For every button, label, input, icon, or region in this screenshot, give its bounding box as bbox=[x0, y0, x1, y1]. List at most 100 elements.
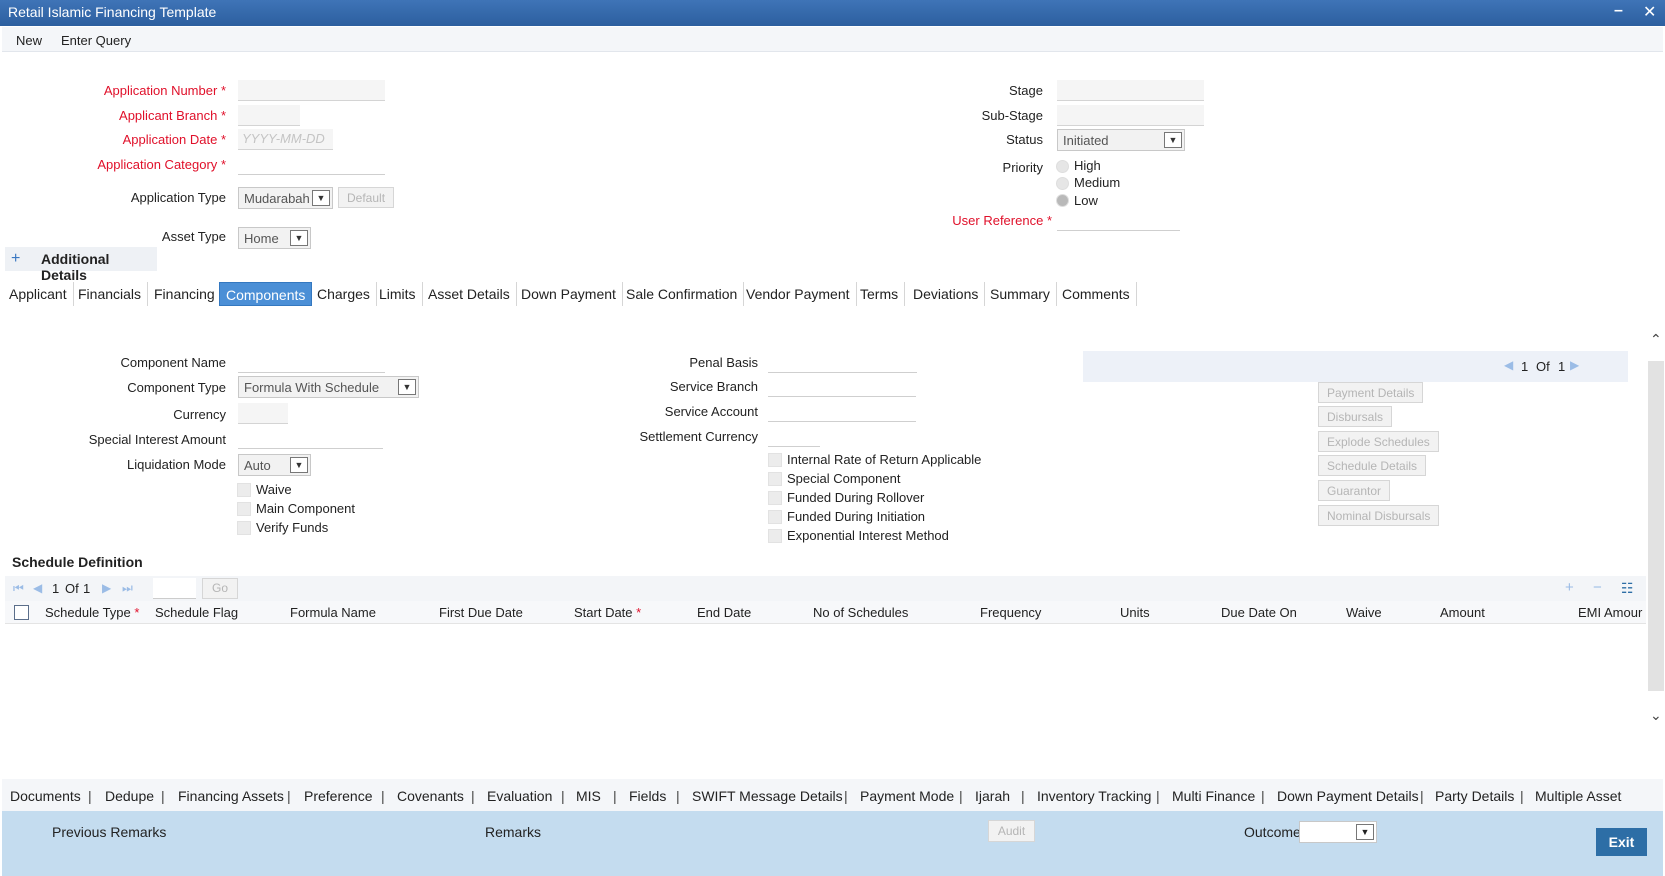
guarantor-button[interactable]: Guarantor bbox=[1318, 480, 1391, 501]
link-fields[interactable]: Fields bbox=[629, 788, 666, 804]
add-row-icon[interactable]: + bbox=[1565, 579, 1574, 596]
last-page-icon[interactable]: ⏭ bbox=[122, 581, 133, 596]
tab-financials[interactable]: Financials bbox=[72, 282, 149, 306]
special-component-checkbox[interactable] bbox=[768, 472, 782, 486]
link-documents[interactable]: Documents bbox=[10, 788, 81, 804]
application-category-input[interactable] bbox=[238, 154, 385, 175]
next-page-icon[interactable]: ▶ bbox=[1570, 358, 1579, 372]
nominal-disbursals-button[interactable]: Nominal Disbursals bbox=[1318, 505, 1440, 526]
link-ijarah[interactable]: Ijarah bbox=[975, 788, 1010, 804]
funded-during-initiation-checkbox[interactable] bbox=[768, 510, 782, 524]
col-no-of-schedules[interactable]: No of Schedules bbox=[813, 605, 908, 620]
additional-details-toggle[interactable]: + Additional Details bbox=[5, 247, 157, 283]
asset-type-select[interactable]: Home ▼ bbox=[238, 227, 311, 249]
scroll-down-icon[interactable]: ⌄ bbox=[1650, 707, 1662, 724]
remarks-link[interactable]: Remarks bbox=[485, 824, 541, 840]
penal-basis-input[interactable] bbox=[768, 352, 917, 373]
tab-comments[interactable]: Comments bbox=[1056, 282, 1137, 306]
priority-high-radio[interactable] bbox=[1056, 160, 1069, 173]
application-date-input[interactable]: YYYY-MM-DD bbox=[238, 129, 333, 150]
select-all-checkbox[interactable] bbox=[14, 605, 29, 620]
payment-details-button[interactable]: Payment Details bbox=[1318, 382, 1424, 403]
priority-low-radio[interactable] bbox=[1056, 194, 1069, 207]
link-party-details[interactable]: Party Details bbox=[1435, 788, 1514, 804]
default-button[interactable]: Default bbox=[338, 187, 395, 208]
next-page-icon[interactable]: ▶ bbox=[102, 581, 111, 595]
tab-terms[interactable]: Terms bbox=[854, 282, 906, 306]
col-end-date[interactable]: End Date bbox=[697, 605, 751, 620]
col-emi-amount[interactable]: EMI Amour bbox=[1578, 605, 1642, 620]
link-multi-finance[interactable]: Multi Finance bbox=[1172, 788, 1255, 804]
stage-input[interactable] bbox=[1057, 80, 1204, 101]
sub-stage-input[interactable] bbox=[1057, 105, 1204, 126]
minimize-icon[interactable]: – bbox=[1614, 2, 1623, 20]
col-schedule-type[interactable]: Schedule Type * bbox=[45, 605, 139, 620]
col-first-due-date[interactable]: First Due Date bbox=[439, 605, 523, 620]
vertical-scrollbar[interactable]: ⌃ ⌄ bbox=[1647, 331, 1665, 733]
go-button[interactable]: Go bbox=[202, 578, 238, 599]
currency-input[interactable] bbox=[238, 403, 288, 424]
previous-remarks-link[interactable]: Previous Remarks bbox=[52, 824, 166, 840]
tab-applicant[interactable]: Applicant bbox=[3, 282, 74, 306]
link-financing-assets[interactable]: Financing Assets bbox=[178, 788, 284, 804]
component-name-input[interactable] bbox=[238, 352, 385, 373]
disbursals-button[interactable]: Disbursals bbox=[1318, 406, 1393, 427]
tab-limits[interactable]: Limits bbox=[373, 282, 423, 306]
col-amount[interactable]: Amount bbox=[1440, 605, 1485, 620]
applicant-branch-input[interactable] bbox=[238, 105, 300, 126]
new-button[interactable]: New bbox=[16, 33, 42, 48]
link-dedupe[interactable]: Dedupe bbox=[105, 788, 154, 804]
funded-during-rollover-checkbox[interactable] bbox=[768, 491, 782, 505]
explode-schedules-button[interactable]: Explode Schedules bbox=[1318, 431, 1439, 452]
application-number-input[interactable] bbox=[238, 80, 385, 101]
main-component-checkbox[interactable] bbox=[237, 502, 251, 516]
verify-funds-checkbox[interactable] bbox=[237, 521, 251, 535]
tab-vendor-payment[interactable]: Vendor Payment bbox=[740, 282, 857, 306]
scroll-up-icon[interactable]: ⌃ bbox=[1650, 331, 1662, 348]
special-interest-amount-input[interactable] bbox=[238, 428, 383, 449]
liquidation-mode-select[interactable]: Auto ▼ bbox=[238, 454, 311, 476]
priority-medium-radio[interactable] bbox=[1056, 177, 1069, 190]
scrollbar-thumb[interactable] bbox=[1648, 361, 1664, 691]
remove-row-icon[interactable]: − bbox=[1593, 579, 1602, 596]
schedule-page-input[interactable] bbox=[153, 578, 196, 599]
previous-page-icon[interactable]: ◀ bbox=[1504, 358, 1513, 372]
exponential-interest-checkbox[interactable] bbox=[768, 529, 782, 543]
tab-financing[interactable]: Financing bbox=[148, 282, 222, 306]
link-payment-mode[interactable]: Payment Mode bbox=[860, 788, 954, 804]
list-view-icon[interactable]: ☷ bbox=[1621, 580, 1634, 597]
component-type-select[interactable]: Formula With Schedule ▼ bbox=[238, 376, 419, 398]
service-branch-input[interactable] bbox=[768, 376, 916, 397]
link-down-payment-details[interactable]: Down Payment Details bbox=[1277, 788, 1419, 804]
col-start-date[interactable]: Start Date * bbox=[574, 605, 641, 620]
first-page-icon[interactable]: ⏮ bbox=[13, 581, 24, 596]
enter-query-button[interactable]: Enter Query bbox=[61, 33, 131, 48]
close-icon[interactable]: ✕ bbox=[1643, 2, 1656, 22]
application-type-select[interactable]: Mudarabah ▼ bbox=[238, 187, 333, 209]
tab-sale-confirmation[interactable]: Sale Confirmation bbox=[620, 282, 745, 306]
exit-button[interactable]: Exit bbox=[1596, 828, 1647, 856]
tab-components[interactable]: Components bbox=[219, 282, 313, 306]
col-formula-name[interactable]: Formula Name bbox=[290, 605, 376, 620]
link-evaluation[interactable]: Evaluation bbox=[487, 788, 552, 804]
waive-checkbox[interactable] bbox=[237, 483, 251, 497]
status-select[interactable]: Initiated ▼ bbox=[1057, 129, 1185, 151]
link-swift-message-details[interactable]: SWIFT Message Details bbox=[692, 788, 843, 804]
col-frequency[interactable]: Frequency bbox=[980, 605, 1041, 620]
service-account-input[interactable] bbox=[768, 401, 916, 422]
tab-summary[interactable]: Summary bbox=[984, 282, 1057, 306]
tab-asset-details[interactable]: Asset Details bbox=[422, 282, 517, 306]
tab-down-payment[interactable]: Down Payment bbox=[515, 282, 623, 306]
link-multiple-asset[interactable]: Multiple Asset bbox=[1535, 788, 1621, 804]
col-waive[interactable]: Waive bbox=[1346, 605, 1382, 620]
audit-button[interactable]: Audit bbox=[988, 820, 1035, 842]
outcome-select[interactable]: ▼ bbox=[1299, 821, 1377, 843]
previous-page-icon[interactable]: ◀ bbox=[33, 581, 42, 595]
user-reference-input[interactable] bbox=[1057, 210, 1180, 231]
col-schedule-flag[interactable]: Schedule Flag bbox=[155, 605, 238, 620]
irr-applicable-checkbox[interactable] bbox=[768, 453, 782, 467]
link-preference[interactable]: Preference bbox=[304, 788, 372, 804]
col-due-date-on[interactable]: Due Date On bbox=[1221, 605, 1297, 620]
tab-charges[interactable]: Charges bbox=[311, 282, 377, 306]
link-mis[interactable]: MIS bbox=[576, 788, 601, 804]
